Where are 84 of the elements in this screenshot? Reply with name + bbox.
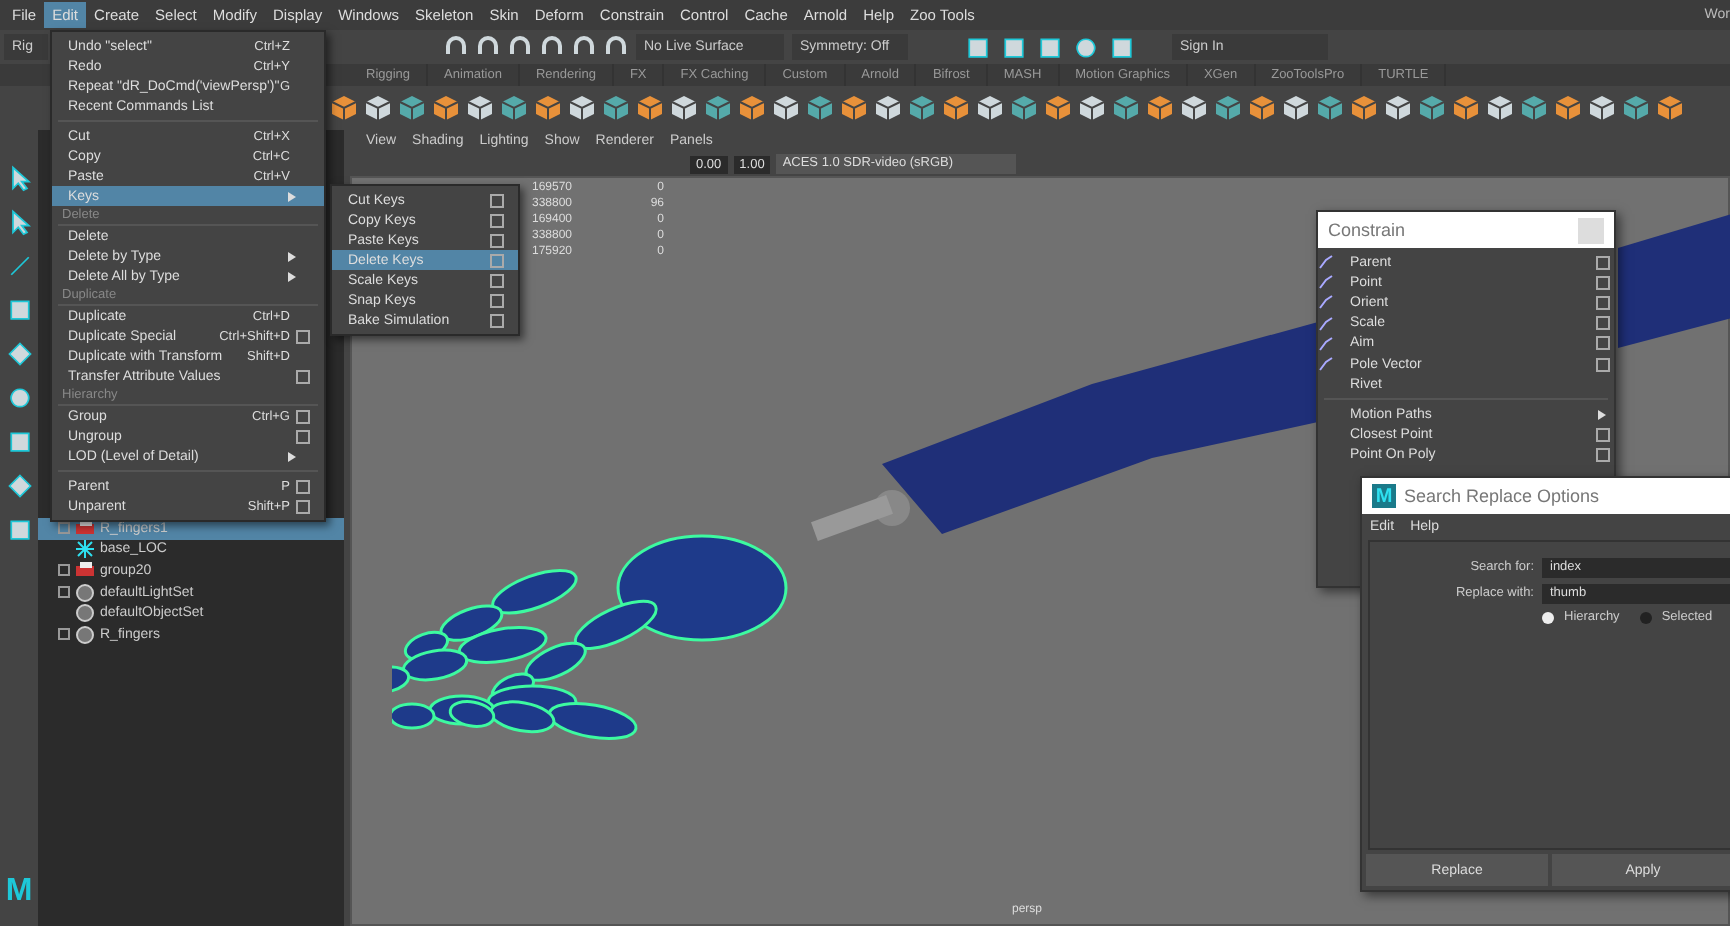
option-box-icon[interactable]: [296, 329, 310, 343]
cube-icon[interactable]: [1622, 94, 1650, 122]
locator-icon: [76, 540, 94, 559]
cube-icon[interactable]: [1248, 94, 1276, 122]
cube-icon[interactable]: [1656, 94, 1684, 122]
cube-icon[interactable]: [1214, 94, 1242, 122]
cube-icon[interactable]: [1384, 94, 1412, 122]
cube-icon[interactable]: [1316, 94, 1344, 122]
magnet-icon[interactable]: [604, 35, 628, 59]
cube-icon[interactable]: [1350, 94, 1378, 122]
magnet-icon[interactable]: [444, 35, 468, 59]
cube-icon[interactable]: [1452, 94, 1480, 122]
option-box-icon[interactable]: [296, 409, 310, 423]
cube-icon[interactable]: [330, 94, 358, 122]
cube-icon[interactable]: [738, 94, 766, 122]
cube-icon[interactable]: [908, 94, 936, 122]
cube-icon[interactable]: [1282, 94, 1310, 122]
cube-icon[interactable]: [466, 94, 494, 122]
magnet-icon[interactable]: [508, 35, 532, 59]
cube-icon[interactable]: [1418, 94, 1446, 122]
option-box-icon[interactable]: [490, 273, 504, 287]
cube-icon[interactable]: [874, 94, 902, 122]
cube-icon[interactable]: [1180, 94, 1208, 122]
submenu-arrow-icon: [1598, 409, 1606, 420]
square-icon[interactable]: [5, 514, 33, 546]
option-box-icon[interactable]: [490, 193, 504, 207]
cube-icon[interactable]: [976, 94, 1004, 122]
cube-icon[interactable]: [704, 94, 732, 122]
option-box-icon[interactable]: [1596, 357, 1610, 372]
logo: M: [5, 874, 33, 910]
cube-icon[interactable]: [1078, 94, 1106, 122]
cube-icon[interactable]: [1112, 94, 1140, 122]
option-box-icon[interactable]: [490, 313, 504, 327]
cube-icon[interactable]: [840, 94, 868, 122]
option-box-icon[interactable]: [490, 293, 504, 307]
group-icon: [76, 562, 94, 579]
option-box-icon[interactable]: [296, 499, 310, 513]
cube-icon[interactable]: [568, 94, 596, 122]
square-icon[interactable]: [5, 426, 33, 458]
option-box-icon[interactable]: [296, 369, 310, 383]
window-title: Search Replace Options: [1404, 486, 1600, 506]
cube-icon[interactable]: [534, 94, 562, 122]
window-title: Constrain: [1328, 220, 1406, 240]
cube-icon[interactable]: [942, 94, 970, 122]
cube-icon[interactable]: [670, 94, 698, 122]
option-box-icon[interactable]: [490, 233, 504, 247]
radio-icon[interactable]: [1542, 611, 1554, 623]
option-box-icon[interactable]: [296, 429, 310, 443]
cube-icon[interactable]: [1044, 94, 1072, 122]
magnet-icon[interactable]: [572, 35, 596, 59]
square-icon[interactable]: [5, 294, 33, 326]
cube-icon[interactable]: [432, 94, 460, 122]
cube-icon[interactable]: [1146, 94, 1174, 122]
option-box-icon[interactable]: [1596, 275, 1610, 290]
magnet-icon[interactable]: [540, 35, 564, 59]
cube-icon[interactable]: [636, 94, 664, 122]
cube-icon[interactable]: [806, 94, 834, 122]
option-box-icon[interactable]: [490, 213, 504, 227]
cube-icon[interactable]: [1010, 94, 1038, 122]
option-box-icon[interactable]: [1596, 336, 1610, 351]
cube-icon[interactable]: [602, 94, 630, 122]
option-box-icon[interactable]: [1596, 295, 1610, 310]
submenu-arrow-icon: [288, 191, 296, 201]
expand-icon[interactable]: [58, 628, 70, 641]
submenu-arrow-icon: [288, 451, 296, 461]
diamond-icon[interactable]: [5, 338, 33, 370]
option-box-icon[interactable]: [1596, 316, 1610, 331]
cube-icon[interactable]: [772, 94, 800, 122]
option-box-icon[interactable]: [1596, 255, 1610, 270]
option-box-icon[interactable]: [296, 479, 310, 493]
cube-icon[interactable]: [1486, 94, 1514, 122]
radio-icon[interactable]: [1639, 611, 1652, 623]
cube-icon[interactable]: [364, 94, 392, 122]
cube-icon[interactable]: [500, 94, 528, 122]
magnet-icon[interactable]: [476, 35, 500, 59]
cube-icon[interactable]: [1554, 94, 1582, 122]
cube-icon[interactable]: [398, 94, 426, 122]
circle-icon[interactable]: [5, 382, 33, 414]
app-logo: M: [1372, 484, 1396, 508]
option-box-icon[interactable]: [1596, 448, 1610, 463]
cube-icon[interactable]: [1588, 94, 1616, 122]
diamond-icon[interactable]: [5, 470, 33, 502]
cube-icon[interactable]: [1520, 94, 1548, 122]
option-box-icon[interactable]: [1596, 428, 1610, 443]
